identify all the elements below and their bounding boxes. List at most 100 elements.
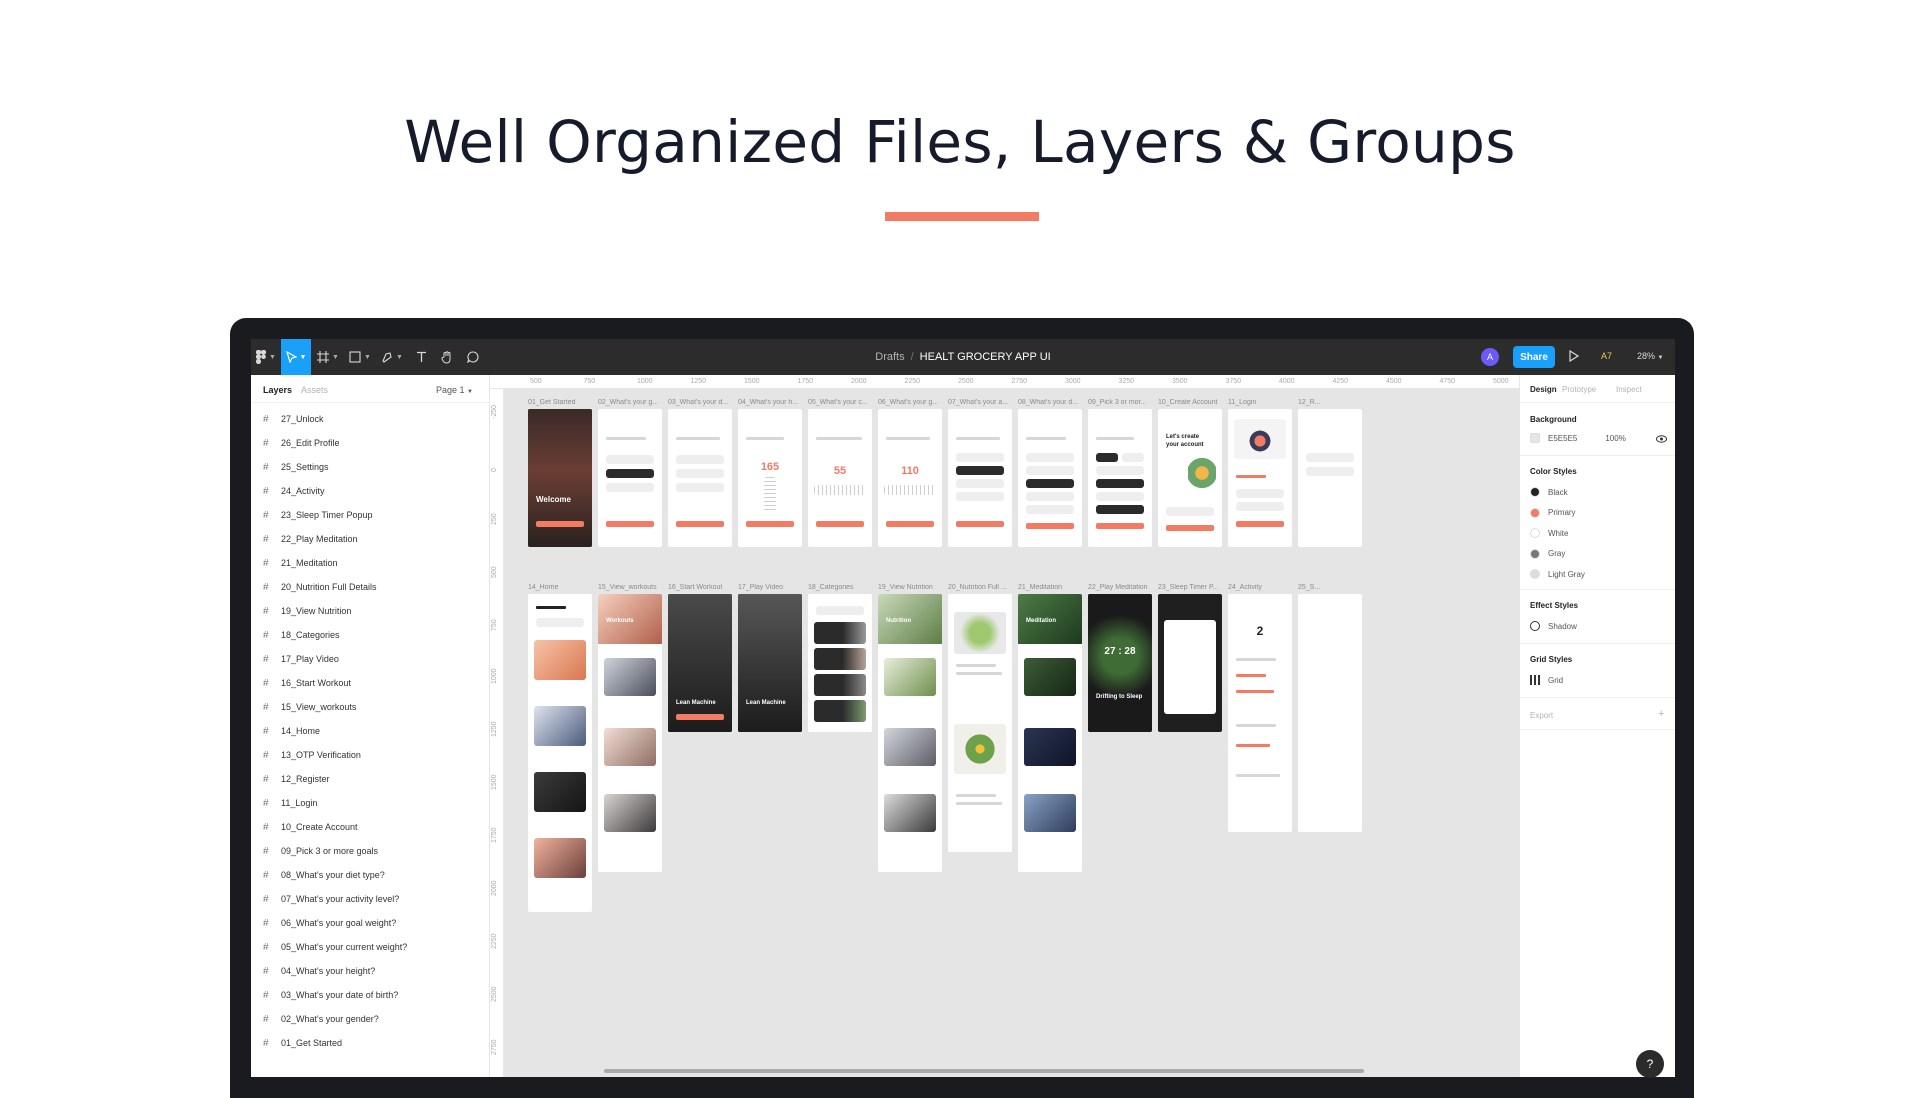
design-canvas[interactable]: Welcome 165 55 110 Let's create your acc… — [504, 389, 1519, 1077]
background-opacity[interactable]: 100% — [1605, 434, 1625, 443]
layer-item[interactable]: #26_Edit Profile — [251, 431, 489, 455]
frame-label[interactable]: 17_Play Video — [738, 584, 814, 591]
frame-label[interactable]: 18_Categories — [808, 584, 884, 591]
frame-label[interactable]: 25_S... — [1298, 584, 1374, 591]
layer-item[interactable]: #03_What's your date of birth? — [251, 983, 489, 1007]
hand-tool-icon[interactable] — [435, 339, 459, 375]
frame-current-weight[interactable]: 55 — [808, 409, 872, 547]
layer-item[interactable]: #19_View Nutrition — [251, 599, 489, 623]
layer-item[interactable]: #02_What's your gender? — [251, 1007, 489, 1031]
text-tool-icon[interactable] — [409, 339, 433, 375]
share-button[interactable]: Share — [1513, 346, 1555, 368]
layer-item[interactable]: #25_Settings — [251, 455, 489, 479]
frame-label[interactable]: 20_Nutrition Full ... — [948, 584, 1024, 591]
layer-item[interactable]: #06_What's your goal weight? — [251, 911, 489, 935]
frame-label[interactable]: 05_What's your c... — [808, 399, 884, 406]
color-style-item[interactable]: Light Gray — [1530, 569, 1585, 579]
frame-label[interactable]: 23_Sleep Timer P... — [1158, 584, 1234, 591]
frame-label[interactable]: 16_Start Workout — [668, 584, 744, 591]
shape-tool-icon[interactable]: ▼ — [345, 339, 375, 375]
frame-categories[interactable] — [808, 594, 872, 732]
tab-prototype[interactable]: Prototype — [1562, 385, 1596, 394]
tab-layers[interactable]: Layers — [263, 385, 292, 395]
layer-item[interactable]: #24_Activity — [251, 479, 489, 503]
breadcrumb-parent[interactable]: Drafts — [875, 351, 904, 363]
file-name[interactable]: HEALT GROCERY APP UI — [920, 351, 1051, 363]
frame-meditation[interactable]: Meditation — [1018, 594, 1082, 872]
frame-login[interactable] — [1228, 409, 1292, 547]
background-fill-row[interactable]: E5E5E5 100% — [1530, 433, 1626, 443]
grid-style-grid[interactable]: Grid — [1530, 675, 1563, 685]
layer-item[interactable]: #22_Play Meditation — [251, 527, 489, 551]
move-tool-icon[interactable]: ▼ — [281, 339, 311, 375]
color-style-item[interactable]: Gray — [1530, 548, 1565, 559]
layer-item[interactable]: #13_OTP Verification — [251, 743, 489, 767]
page-selector[interactable]: Page 1 ▼ — [436, 385, 473, 395]
frame-get-started[interactable]: Welcome — [528, 409, 592, 547]
frame-label[interactable]: 02_What's your g... — [598, 399, 674, 406]
layer-item[interactable]: #17_Play Video — [251, 647, 489, 671]
help-button[interactable]: ? — [1636, 1050, 1664, 1078]
color-style-item[interactable]: White — [1530, 528, 1568, 538]
add-export-button[interactable]: + — [1658, 708, 1664, 720]
frame-diet-type[interactable] — [1018, 409, 1082, 547]
frame-label[interactable]: 09_Pick 3 or mor... — [1088, 399, 1164, 406]
layer-item[interactable]: #11_Login — [251, 791, 489, 815]
tab-assets[interactable]: Assets — [301, 385, 328, 395]
frame-play-video[interactable]: Lean Machine — [738, 594, 802, 732]
frame-settings-partial[interactable] — [1298, 594, 1362, 832]
layer-item[interactable]: #15_View_workouts — [251, 695, 489, 719]
layer-item[interactable]: #01_Get Started — [251, 1031, 489, 1055]
layer-item[interactable]: #10_Create Account — [251, 815, 489, 839]
frame-create-account[interactable]: Let's create your account — [1158, 409, 1222, 547]
frame-gender[interactable] — [598, 409, 662, 547]
frame-label[interactable]: 06_What's your g... — [878, 399, 954, 406]
eye-icon[interactable] — [1656, 435, 1667, 443]
zoom-dropdown[interactable]: 28% ▼ — [1637, 351, 1663, 361]
user-avatar[interactable]: A — [1481, 348, 1499, 366]
effect-style-shadow[interactable]: Shadow — [1530, 621, 1577, 631]
layer-item[interactable]: #16_Start Workout — [251, 671, 489, 695]
frame-sleep-timer-popup[interactable] — [1158, 594, 1222, 732]
present-play-icon[interactable] — [1569, 350, 1579, 362]
frame-nutrition-full-details[interactable] — [948, 594, 1012, 852]
layer-item[interactable]: #18_Categories — [251, 623, 489, 647]
frame-tool-icon[interactable]: ▼ — [313, 339, 343, 375]
frame-label[interactable]: 19_View Nutrition — [878, 584, 954, 591]
frame-view-workouts[interactable]: Workouts — [598, 594, 662, 872]
frame-label[interactable]: 07_What's your a... — [948, 399, 1024, 406]
background-hex[interactable]: E5E5E5 — [1548, 434, 1577, 443]
frame-label[interactable]: 14_Home — [528, 584, 604, 591]
frame-register-partial[interactable] — [1298, 409, 1362, 547]
frame-pick-goals[interactable] — [1088, 409, 1152, 547]
frame-label[interactable]: 11_Login — [1228, 399, 1304, 406]
color-style-item[interactable]: Primary — [1530, 507, 1576, 518]
frame-height[interactable]: 165 — [738, 409, 802, 547]
frame-play-meditation[interactable]: 27 : 28 Drifting to Sleep — [1088, 594, 1152, 732]
frame-label[interactable]: 03_What's your d... — [668, 399, 744, 406]
layer-item[interactable]: #05_What's your current weight? — [251, 935, 489, 959]
frame-label[interactable]: 10_Create Account — [1158, 399, 1234, 406]
frame-activity[interactable]: 2 — [1228, 594, 1292, 832]
layer-item[interactable]: #21_Meditation — [251, 551, 489, 575]
frame-label[interactable]: 04_What's your h... — [738, 399, 814, 406]
tab-inspect[interactable]: Inspect — [1616, 385, 1642, 394]
frame-goal-weight[interactable]: 110 — [878, 409, 942, 547]
layer-item[interactable]: #08_What's your diet type? — [251, 863, 489, 887]
frame-activity-level[interactable] — [948, 409, 1012, 547]
frame-label[interactable]: 08_What's your d... — [1018, 399, 1094, 406]
layer-item[interactable]: #07_What's your activity level? — [251, 887, 489, 911]
frame-label[interactable]: 12_R... — [1298, 399, 1374, 406]
layer-item[interactable]: #20_Nutrition Full Details — [251, 575, 489, 599]
frame-date-of-birth[interactable] — [668, 409, 732, 547]
frame-label[interactable]: 22_Play Meditation — [1088, 584, 1164, 591]
layer-item[interactable]: #12_Register — [251, 767, 489, 791]
layer-item[interactable]: #14_Home — [251, 719, 489, 743]
layer-item[interactable]: #09_Pick 3 or more goals — [251, 839, 489, 863]
frame-view-nutrition[interactable]: Nutrition — [878, 594, 942, 872]
frame-label[interactable]: 01_Get Started — [528, 399, 604, 406]
layer-item[interactable]: #04_What's your height? — [251, 959, 489, 983]
pen-tool-icon[interactable]: ▼ — [377, 339, 407, 375]
tab-design[interactable]: Design — [1530, 385, 1557, 394]
background-swatch[interactable] — [1530, 433, 1540, 443]
